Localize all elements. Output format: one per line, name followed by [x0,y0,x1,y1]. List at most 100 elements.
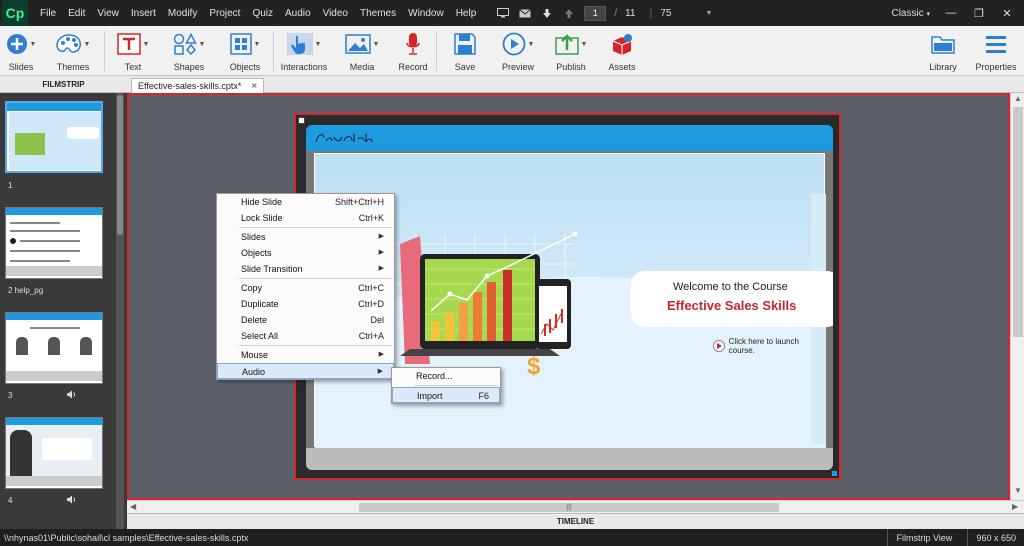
launch-course-button[interactable]: Click here to launch course. [713,337,824,355]
menu-label: Copy [241,283,263,293]
menu-themes[interactable]: Themes [354,8,402,19]
properties-button[interactable]: Properties [968,26,1024,75]
menu-separator [239,278,392,279]
media-button[interactable]: ▼ Media [334,26,390,75]
slide-thumbnail-2[interactable] [5,207,103,279]
library-button[interactable]: Library [918,26,968,75]
menu-project[interactable]: Project [203,8,246,19]
objects-button[interactable]: ▼ Objects [217,26,273,75]
menu-video[interactable]: Video [317,8,354,19]
menu-window[interactable]: Window [402,8,450,19]
menu-label: Audio [242,367,266,377]
menu-label: Select All [241,331,279,341]
publish-button[interactable]: ▼ Publish [543,26,599,75]
window-controls: Classic ▾ — ❐ ✕ [891,7,1024,20]
preview-label: Preview [501,62,534,72]
timeline-panel[interactable]: TIMELINE [127,513,1024,529]
close-icon[interactable]: ✕ [1000,7,1014,20]
menu-quiz[interactable]: Quiz [246,8,279,19]
current-page-input[interactable] [584,5,607,21]
menu-view[interactable]: View [91,8,125,19]
zoom-value: 75 [660,7,672,19]
menu-label: Delete [241,315,268,325]
interactions-button[interactable]: ▼ Interactions [274,26,334,75]
page-separator: / [614,7,618,19]
themes-button[interactable]: ▼ Themes [42,26,104,75]
speaker-icon [66,390,77,401]
arrow-down-icon[interactable] [540,7,554,19]
slide-thumbnail-1[interactable] [5,101,103,173]
monitor-icon[interactable] [496,7,510,19]
menu-shortcut: Ctrl+K [358,213,384,223]
zoom-select[interactable]: 75 ▼ [660,8,712,19]
arrow-up-icon[interactable] [562,7,576,19]
slide-handle[interactable] [832,471,837,476]
ctx-hide-slide[interactable]: Hide Slide Shift+Ctrl+H [217,194,394,210]
document-tab-title: Effective-sales-skills.cptx* [138,81,242,91]
objects-icon: ▼ [229,31,260,57]
stage-vertical-scrollbar[interactable]: ▲ ▼ [1010,93,1024,500]
text-label: Text [124,62,142,72]
ctx-copy[interactable]: Copy Ctrl+C [217,280,394,296]
menu-edit[interactable]: Edit [62,8,91,19]
workspace-label: Classic [891,7,924,19]
menu-insert[interactable]: Insert [125,8,162,19]
ctx-lock-slide[interactable]: Lock Slide Ctrl+K [217,210,394,226]
assets-label: Assets [608,62,636,72]
slide-handle[interactable] [298,117,305,124]
ctx-delete[interactable]: Delete Del [217,312,394,328]
slide-thumbnail-4[interactable] [5,417,103,489]
stage-horizontal-scrollbar[interactable]: ◀ ||| ▶ [127,500,1024,513]
menu-label: Objects [241,248,272,258]
ctx-duplicate[interactable]: Duplicate Ctrl+D [217,296,394,312]
record-button[interactable]: Record [390,26,436,75]
ctx-audio-import[interactable]: Import F6 [392,387,500,403]
ctx-audio[interactable]: Audio ▶ [217,363,394,379]
vertical-scroll-thumb[interactable] [1013,107,1023,337]
chevron-up-icon[interactable]: ▲ [1014,94,1022,103]
menu-separator [239,345,392,346]
chevron-right-icon: ▶ [378,265,384,272]
menu-audio[interactable]: Audio [279,8,317,19]
text-button[interactable]: ▼ Text [105,26,161,75]
ctx-slide-transition[interactable]: Slide Transition ▶ [217,261,394,277]
ctx-select-all[interactable]: Select All Ctrl+A [217,328,394,344]
audio-submenu: Record... Import F6 [391,367,501,404]
mail-icon[interactable] [518,7,532,19]
chevron-right-icon[interactable]: ▶ [1012,502,1018,511]
properties-icon [985,31,1007,57]
chevron-left-icon[interactable]: ◀ [130,502,136,511]
play-icon: ▼ [502,31,534,57]
chevron-down-icon: ▼ [705,9,713,17]
assets-button[interactable]: Assets [599,26,645,75]
document-tab-bar: Effective-sales-skills.cptx* × [127,77,1024,93]
menu-bar: Cp File Edit View Insert Modify Project … [0,0,1024,26]
ctx-mouse[interactable]: Mouse ▶ [217,347,394,363]
document-tab[interactable]: Effective-sales-skills.cptx* × [131,78,265,93]
minimize-icon[interactable]: — [944,7,958,19]
app-logo: Cp [2,0,28,26]
horizontal-scroll-thumb[interactable]: ||| [359,503,779,512]
ctx-slides[interactable]: Slides ▶ [217,229,394,245]
filmstrip-scroll-thumb[interactable] [117,95,123,235]
view-mode: Filmstrip View [887,529,967,546]
slide-thumbnail-3[interactable] [5,312,103,384]
workspace-select[interactable]: Classic ▾ [891,8,930,19]
menu-file[interactable]: File [34,8,62,19]
menu-modify[interactable]: Modify [162,8,203,19]
ctx-audio-record[interactable]: Record... [392,368,500,384]
preview-button[interactable]: ▼ Preview [493,26,543,75]
context-menu: Hide Slide Shift+Ctrl+H Lock Slide Ctrl+K … [216,193,395,380]
shapes-button[interactable]: ▼ Shapes [161,26,217,75]
chevron-right-icon: ▶ [378,233,384,240]
menu-help[interactable]: Help [450,8,483,19]
filmstrip-scrollbar[interactable] [116,93,124,529]
quick-tools: / 11 | 75 ▼ [496,5,712,21]
ctx-objects[interactable]: Objects ▶ [217,245,394,261]
save-button[interactable]: Save [437,26,493,75]
chevron-down-icon[interactable]: ▼ [1014,486,1022,495]
restore-icon[interactable]: ❐ [972,7,986,20]
slides-button[interactable]: ▼ Slides [0,26,42,75]
palette-icon: ▼ [55,31,90,57]
close-icon[interactable]: × [251,81,257,92]
